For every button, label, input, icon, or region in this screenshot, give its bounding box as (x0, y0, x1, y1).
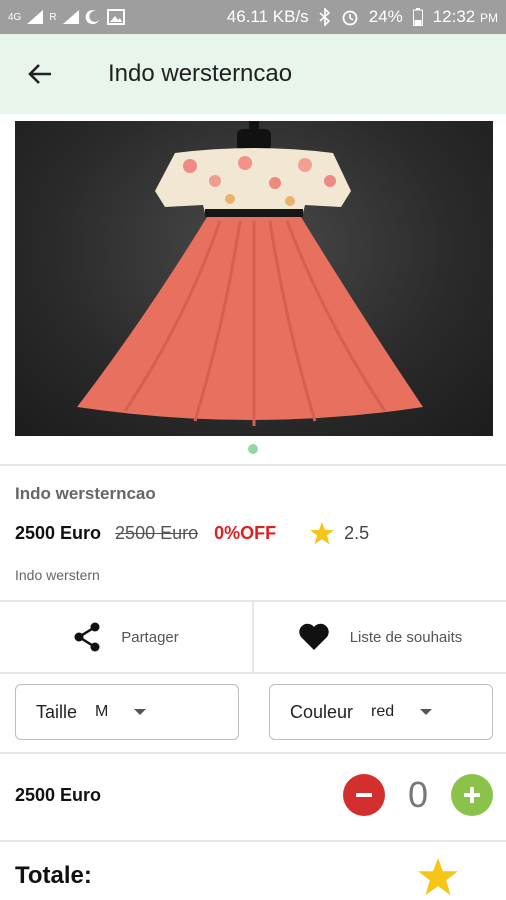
discount-badge: 0%OFF (214, 522, 277, 543)
rating: 2.5 (310, 521, 370, 545)
total-label: Totale: (15, 862, 92, 889)
product-name: Indo wersterncao (15, 484, 156, 503)
carousel-indicator[interactable] (248, 444, 258, 454)
status-bar: 4G R 46.11 KB/s 24% 12:32 PM (0, 0, 506, 34)
battery-percent: 24% (368, 7, 403, 26)
dropdown-caret-icon (134, 709, 147, 715)
product-description: Indo werstern (15, 567, 100, 583)
app-bar: Indo wersterncao (0, 34, 506, 114)
quantity-row: 2500 Euro 0 (15, 770, 493, 820)
roaming-indicator: R (49, 11, 57, 23)
quantity-value: 0 (407, 774, 429, 815)
bluetooth-icon (319, 8, 330, 26)
share-icon (74, 622, 100, 652)
dress-illustration (77, 121, 423, 426)
share-label: Partager (121, 628, 179, 646)
divider (0, 840, 506, 842)
rating-value: 2.5 (344, 522, 370, 543)
divider (0, 464, 506, 466)
quantity-stepper: 0 (343, 774, 493, 816)
divider (0, 752, 506, 754)
star-icon[interactable] (418, 858, 458, 896)
dropdown-caret-icon (420, 709, 433, 715)
color-value: red (371, 703, 395, 720)
increase-quantity-button[interactable] (451, 774, 493, 816)
clock: 12:32 PM (432, 7, 498, 26)
heart-icon (299, 623, 329, 650)
current-price: 2500 Euro (15, 522, 102, 543)
decrease-quantity-button[interactable] (343, 774, 385, 816)
star-icon (310, 521, 335, 544)
old-price: 2500 Euro (115, 522, 199, 543)
price-row: 2500 Euro 2500 Euro 0%OFF 2.5 (15, 520, 495, 546)
minus-icon (356, 793, 372, 797)
color-label: Couleur (290, 701, 354, 722)
size-select[interactable]: Taille M (15, 684, 239, 740)
wishlist-button[interactable]: Liste de souhaits (254, 602, 506, 672)
wishlist-label: Liste de souhaits (349, 628, 463, 646)
plus-icon (464, 787, 480, 803)
signal-icon-2 (62, 10, 79, 24)
size-label: Taille (36, 701, 78, 722)
back-button[interactable] (14, 48, 66, 100)
back-arrow-icon (28, 64, 51, 84)
size-value: M (95, 703, 109, 720)
divider (0, 672, 506, 674)
signal-icon (27, 10, 44, 24)
network-type: 4G (8, 11, 22, 23)
share-button[interactable]: Partager (0, 602, 252, 672)
option-selectors: Taille M Couleur red (15, 684, 493, 740)
alarm-icon (342, 10, 358, 26)
quantity-price: 2500 Euro (15, 784, 102, 805)
color-select[interactable]: Couleur red (269, 684, 493, 740)
action-row: Partager Liste de souhaits (0, 602, 506, 672)
image-icon (106, 9, 125, 25)
network-speed: 46.11 KB/s (226, 7, 309, 26)
product-image[interactable] (15, 121, 493, 436)
battery-icon (412, 8, 423, 26)
page-title: Indo wersterncao (108, 60, 293, 87)
moon-icon (85, 10, 99, 25)
